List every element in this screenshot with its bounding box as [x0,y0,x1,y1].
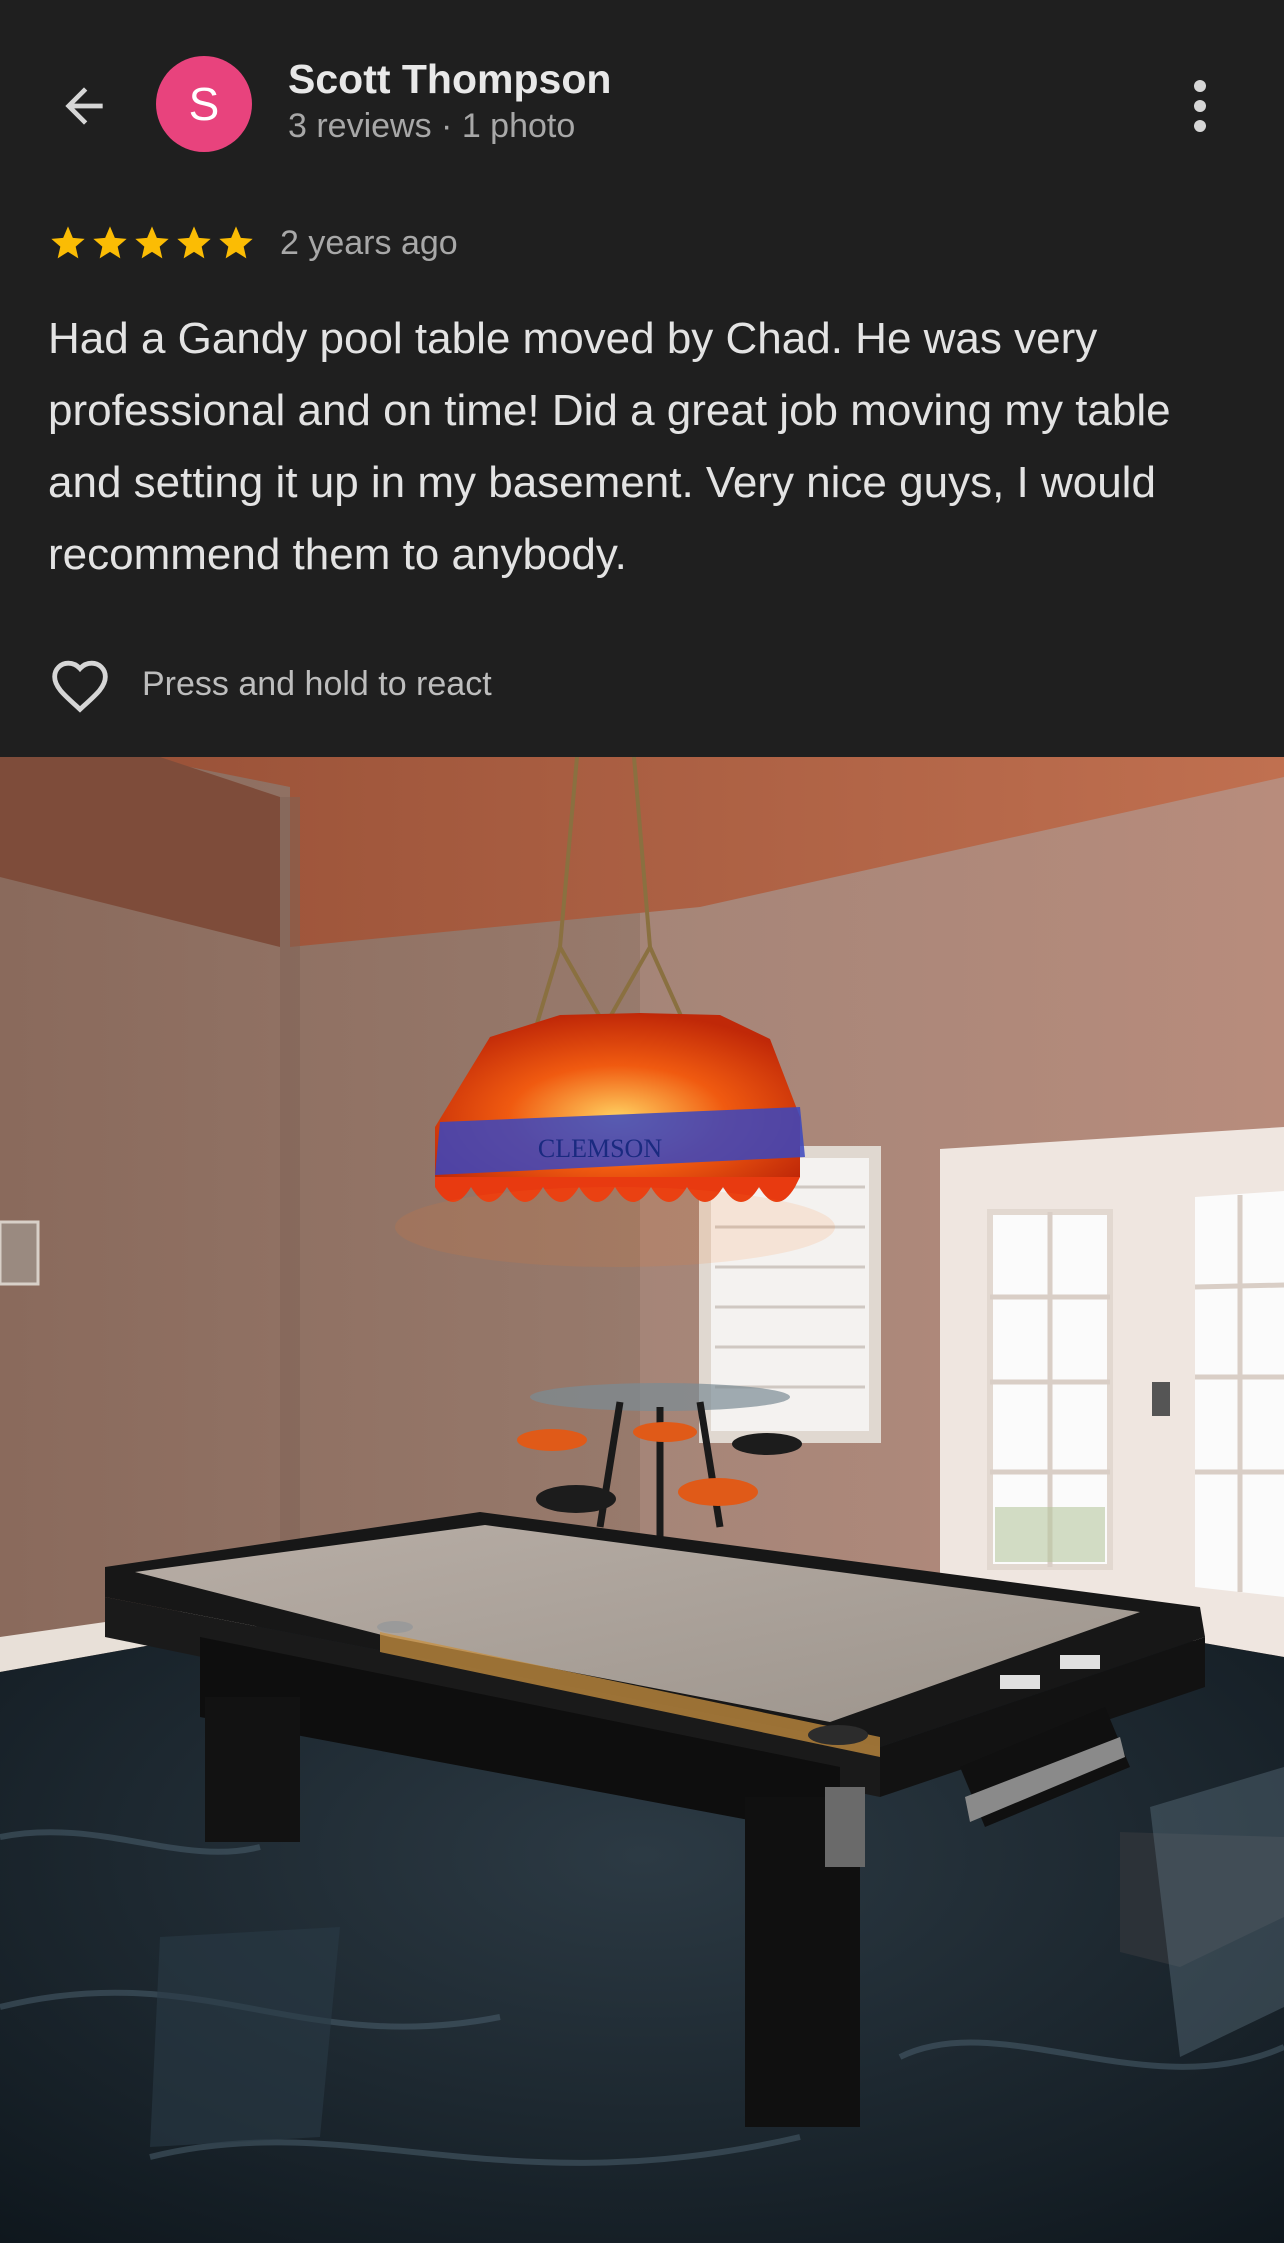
rating-row: 2 years ago [48,218,458,268]
more-vertical-icon [1194,80,1206,132]
back-button[interactable] [48,70,120,142]
star-icon [93,226,127,259]
reviewer-name[interactable]: Scott Thompson [288,56,611,103]
star-icon [219,226,253,259]
react-label: Press and hold to react [142,664,492,703]
star-icon [51,226,85,259]
heart-outline-icon [52,660,108,713]
more-options-button[interactable] [1172,70,1228,142]
star-rating [48,223,256,263]
review-text: Had a Gandy pool table moved by Chad. He… [48,314,1171,579]
avatar-letter: S [188,78,220,130]
avatar[interactable]: S [156,56,252,152]
lamp-text: CLEMSON [538,1134,662,1163]
pool-table-photo: CLEMSON [0,757,1284,2243]
reviewer-meta: 3 reviews · 1 photo [288,107,576,145]
star-icon [135,226,169,259]
arrow-left-icon [65,87,103,125]
react-button[interactable]: Press and hold to react [48,652,492,716]
review-photo[interactable]: CLEMSON [0,757,1284,2243]
star-icon [177,226,211,259]
review-header: S Scott Thompson 3 reviews · 1 photo [0,0,1284,205]
review-time: 2 years ago [280,223,458,262]
